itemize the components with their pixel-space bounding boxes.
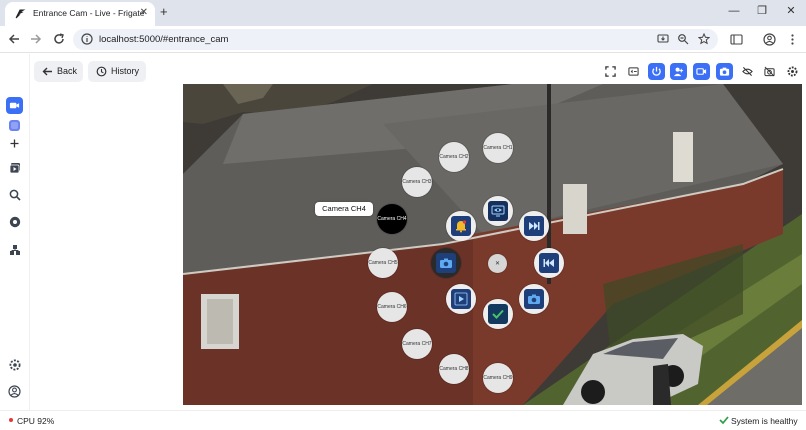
cpu-status-dot-icon xyxy=(9,418,13,422)
window-close-button[interactable]: ✕ xyxy=(784,4,798,18)
system-health-label[interactable]: System is healthy xyxy=(731,412,798,430)
camera-radial-menu: Camera CH1 Camera CH2 Camera CH3 Camera … xyxy=(183,84,802,405)
sidebar-camera-group-icon[interactable] xyxy=(7,118,22,133)
back-arrow-icon xyxy=(42,67,52,76)
monitor-action-button[interactable] xyxy=(483,196,513,226)
back-button[interactable]: Back xyxy=(34,61,83,82)
tab-title: Entrance Cam - Live - Frigate xyxy=(33,8,145,18)
fullscreen-button[interactable] xyxy=(602,63,619,80)
play-action-button[interactable] xyxy=(446,284,476,314)
browser-menu-icon[interactable] xyxy=(786,33,799,46)
person-detect-icon xyxy=(673,67,684,77)
profile-icon[interactable] xyxy=(763,33,776,46)
history-label: History xyxy=(111,66,140,76)
camera-ch2-button[interactable]: Camera CH2 xyxy=(439,142,469,172)
camera-ch1-button[interactable]: Camera CH1 xyxy=(483,133,513,163)
back-label: Back xyxy=(57,66,78,76)
snapshot-icon xyxy=(719,67,730,76)
skip-back-action-button[interactable] xyxy=(534,248,564,278)
power-icon xyxy=(652,66,661,76)
monitor-eye-icon xyxy=(488,201,508,221)
confirm-action-button[interactable] xyxy=(483,299,513,329)
autotrack-icon xyxy=(764,66,775,77)
sidebar-system-icon[interactable] xyxy=(7,242,22,257)
camera-ch8-button[interactable]: Camera CH8 xyxy=(439,354,469,384)
back-arrow-icon[interactable] xyxy=(7,32,21,46)
browser-tab[interactable]: Entrance Cam - Live - Frigate ✕ xyxy=(5,2,155,26)
camera-settings-button[interactable] xyxy=(784,63,801,80)
camera-ch9-button[interactable]: Camera CH9 xyxy=(483,363,513,393)
skip-forward-icon xyxy=(524,216,544,236)
autotrack-toggle-button[interactable] xyxy=(761,63,778,80)
window-minimize-button[interactable]: — xyxy=(727,4,741,18)
skip-back-icon xyxy=(539,253,559,273)
camera-power-button[interactable] xyxy=(648,63,665,80)
alerts-action-button[interactable] xyxy=(446,211,476,241)
bookmark-star-icon[interactable] xyxy=(698,33,710,45)
health-check-icon xyxy=(719,416,729,425)
forward-arrow-icon[interactable] xyxy=(29,32,43,46)
record-camera-icon xyxy=(524,289,544,309)
picture-in-picture-icon xyxy=(628,67,639,76)
sidebar-add-group-icon[interactable] xyxy=(7,136,22,151)
snapshot-icon xyxy=(436,253,456,273)
camera-ch6-button[interactable]: Camera CH6 xyxy=(377,292,407,322)
camera-ch3-button[interactable]: Camera CH3 xyxy=(402,167,432,197)
sidebar-account-icon[interactable] xyxy=(7,384,22,399)
url-text: localhost:5000/#entrance_cam xyxy=(99,34,229,45)
history-clock-icon xyxy=(96,66,107,77)
play-icon xyxy=(451,289,471,309)
tab-close-icon[interactable]: ✕ xyxy=(140,6,148,20)
sidepanel-search-icon[interactable] xyxy=(730,33,743,46)
window-restore-button[interactable]: ❐ xyxy=(755,4,769,18)
status-bar: CPU 92% System is healthy xyxy=(0,410,806,430)
fullscreen-icon xyxy=(605,66,616,77)
bell-icon xyxy=(451,216,471,236)
sidebar-export-icon[interactable] xyxy=(7,214,22,229)
history-button[interactable]: History xyxy=(88,61,146,82)
zoom-icon[interactable] xyxy=(677,33,689,45)
sidebar-settings-icon[interactable] xyxy=(7,357,22,372)
camera-tooltip: Camera CH4 xyxy=(315,202,373,216)
audio-off-icon xyxy=(742,66,753,77)
address-bar[interactable]: localhost:5000/#entrance_cam xyxy=(73,29,718,50)
record-icon xyxy=(696,68,707,75)
snapshot-action-button[interactable] xyxy=(431,248,461,278)
skip-forward-action-button[interactable] xyxy=(519,211,549,241)
record-camera-action-button[interactable] xyxy=(519,284,549,314)
audio-toggle-button[interactable] xyxy=(739,63,756,80)
camera-ch7-button[interactable]: Camera CH7 xyxy=(402,329,432,359)
detect-toggle-button[interactable] xyxy=(670,63,687,80)
pip-button[interactable] xyxy=(625,63,642,80)
frigate-favicon-icon xyxy=(15,9,26,19)
checkmark-icon xyxy=(488,304,508,324)
sidebar-explore-search-icon[interactable] xyxy=(7,187,22,202)
new-tab-button[interactable]: + xyxy=(160,5,168,19)
sidebar xyxy=(0,54,30,410)
cpu-usage-label: CPU 92% xyxy=(17,416,55,426)
sidebar-live-video-icon[interactable] xyxy=(6,97,23,114)
sidebar-review-icon[interactable] xyxy=(7,160,22,175)
snapshot-toggle-button[interactable] xyxy=(716,63,733,80)
recording-toggle-button[interactable] xyxy=(693,63,710,80)
settings-gear-icon xyxy=(787,66,798,77)
browser-tabstrip: Entrance Cam - Live - Frigate ✕ + — ❐ ✕ xyxy=(0,0,806,26)
reload-icon[interactable] xyxy=(52,32,66,46)
site-info-icon[interactable] xyxy=(81,33,93,45)
browser-toolbar: localhost:5000/#entrance_cam xyxy=(0,26,806,53)
radial-menu-close-button[interactable]: ✕ xyxy=(488,254,507,273)
camera-ch5-button[interactable]: Camera CH5 xyxy=(368,248,398,278)
install-app-icon[interactable] xyxy=(657,33,669,45)
camera-ch4-button[interactable]: Camera CH4 xyxy=(377,204,407,234)
